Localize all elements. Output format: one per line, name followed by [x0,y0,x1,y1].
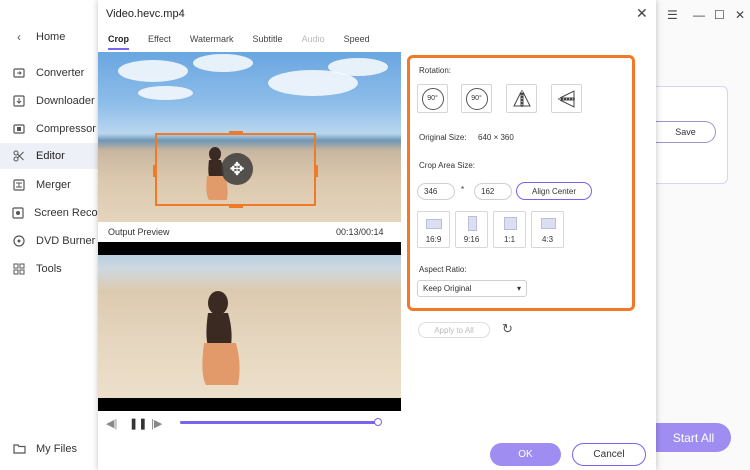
sidebar-item-merger[interactable]: Merger [0,172,98,198]
tab-effect[interactable]: Effect [148,34,171,50]
ratio-4-3-button[interactable]: 4:3 [531,211,564,248]
screen-recorder-icon [12,206,24,220]
seek-handle[interactable] [373,418,382,426]
menu-icon[interactable]: ☰ [667,8,678,22]
crop-settings-panel: Rotation: 90° 90° Original Size: 640 × 3… [407,55,635,311]
sidebar-item-label: Tools [36,263,62,275]
tools-icon [12,262,26,276]
sidebar-item-label: Converter [36,67,85,79]
tab-audio: Audio [301,34,325,44]
crop-height-input[interactable]: 162 [474,183,512,200]
times-sign: * [461,185,465,194]
ratio-4-3-icon [541,218,556,229]
sidebar: ‹ Home Converter Downloader Compressor E… [0,0,117,470]
ratio-9-16-icon [468,216,477,231]
dvd-burner-icon [12,234,26,248]
ratio-1-1-icon [504,217,517,230]
seek-progress [180,421,378,424]
dialog-title: Video.hevc.mp4 [106,8,185,20]
tab-subtitle[interactable]: Subtitle [253,34,283,50]
merger-icon [12,178,26,192]
sidebar-item-label: Downloader [36,95,95,107]
sidebar-item-editor[interactable]: Editor [0,143,98,169]
sidebar-item-label: Merger [36,179,71,191]
editor-icon [12,149,26,163]
rotate-counterclockwise-icon: 90° [465,87,488,110]
sidebar-home-label: Home [36,31,66,43]
flip-vertical-icon [557,89,576,108]
flip-vertical-button[interactable] [551,84,582,113]
background-panel [656,0,750,470]
flip-horizontal-icon [512,89,531,108]
aspect-ratio-select[interactable]: Keep Original ▾ [417,280,527,297]
crop-area-label: Crop Area Size: [419,161,476,170]
chevron-down-icon: ▾ [516,284,521,293]
sidebar-item-label: DVD Burner [36,235,96,247]
move-icon[interactable]: ✥ [221,153,253,185]
sidebar-item-dvd-burner[interactable]: DVD Burner [0,228,98,254]
ratio-label: 9:16 [463,235,480,244]
tab-bar: Crop Effect Watermark Subtitle Audio Spe… [108,34,389,50]
ratio-label: 1:1 [503,235,516,244]
align-center-button[interactable]: Align Center [516,182,592,200]
original-size-label: Original Size: [419,133,467,142]
my-files-label: My Files [36,443,77,455]
output-video-preview [98,255,401,398]
edit-dialog: Video.hevc.mp4 ✕ Crop Effect Watermark S… [98,0,656,470]
compressor-icon [12,122,26,136]
time-display: 00:13/00:14 [336,227,384,237]
rotate-clockwise-button[interactable]: 90° [417,84,448,113]
sidebar-home[interactable]: ‹ Home [0,24,98,50]
ratio-16-9-button[interactable]: 16:9 [417,211,450,248]
tab-crop[interactable]: Crop [108,34,129,50]
ratio-label: 4:3 [541,235,554,244]
aspect-ratio-value: Keep Original [423,284,472,293]
sidebar-item-screen-recorder[interactable]: Screen Recorder [0,200,117,226]
letterbox-top [98,242,401,255]
cancel-button[interactable]: Cancel [572,443,646,466]
close-icon[interactable]: ✕ [636,5,648,22]
downloader-icon [12,94,26,108]
next-frame-icon[interactable]: |▶ [151,417,162,430]
minimize-icon[interactable]: — [693,8,705,22]
sidebar-item-converter[interactable]: Converter [0,60,98,86]
ok-button[interactable]: OK [490,443,561,466]
sidebar-item-downloader[interactable]: Downloader [0,88,98,114]
crop-width-input[interactable]: 346 [417,183,455,200]
seek-bar[interactable] [180,418,382,426]
pause-icon[interactable]: ❚❚ [129,417,147,430]
tab-speed[interactable]: Speed [344,34,370,50]
sidebar-item-label: Editor [36,150,65,162]
ratio-1-1-button[interactable]: 1:1 [493,211,526,248]
sidebar-item-tools[interactable]: Tools [0,256,98,282]
aspect-ratio-label: Aspect Ratio: [419,265,467,274]
tab-watermark[interactable]: Watermark [190,34,234,50]
save-button[interactable]: Save [656,121,716,143]
flip-horizontal-button[interactable] [506,84,537,113]
original-video-preview[interactable]: ✥ [98,52,401,222]
rotate-clockwise-icon: 90° [421,87,444,110]
maximize-icon[interactable]: ☐ [714,8,725,22]
apply-to-all-button: Apply to All [418,322,490,338]
folder-icon [12,442,26,456]
rotation-label: Rotation: [419,66,452,75]
original-size-value: 640 × 360 [478,133,514,142]
previous-frame-icon[interactable]: ◀| [106,417,117,430]
sidebar-item-label: Compressor [36,123,96,135]
reset-icon[interactable]: ↻ [502,321,513,337]
output-preview-label: Output Preview [108,227,170,237]
sidebar-my-files[interactable]: My Files [0,436,98,462]
converter-icon [12,66,26,80]
rotate-counterclockwise-button[interactable]: 90° [461,84,492,113]
letterbox-bottom [98,398,401,411]
ratio-16-9-icon [426,219,442,229]
ratio-9-16-button[interactable]: 9:16 [455,211,488,248]
window-close-icon[interactable]: ✕ [735,8,745,22]
start-all-button[interactable]: Start All [656,423,731,452]
ratio-label: 16:9 [425,235,442,244]
chevron-left-icon: ‹ [17,30,21,44]
sidebar-item-compressor[interactable]: Compressor [0,116,98,142]
